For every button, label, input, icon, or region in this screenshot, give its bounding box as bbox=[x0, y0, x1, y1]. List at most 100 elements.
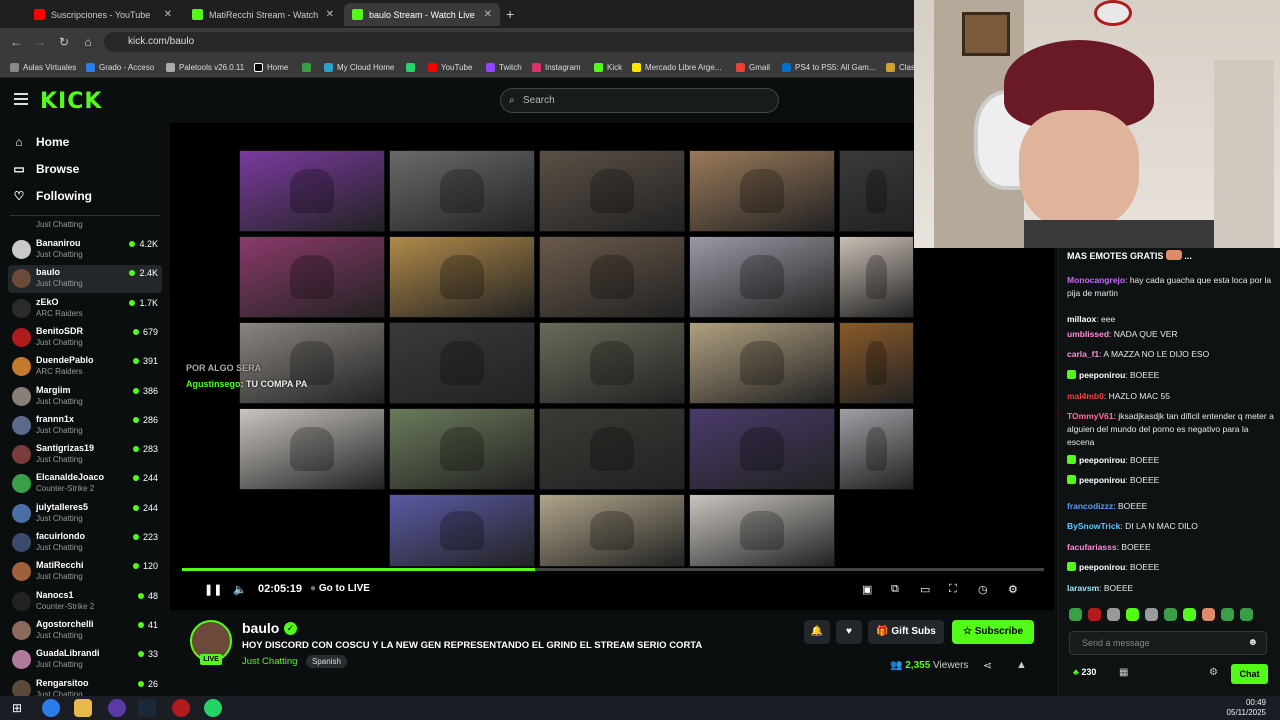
chat-message[interactable]: mal4mb0: HAZLO MAC 55 bbox=[1067, 390, 1275, 403]
chat-message[interactable]: peeponirou: BOEEE bbox=[1067, 454, 1275, 467]
chat-message[interactable]: peeponirou: BOEEE bbox=[1067, 474, 1275, 487]
streamer-name[interactable]: baulo bbox=[242, 620, 279, 636]
language-tag[interactable]: Spanish bbox=[306, 655, 347, 668]
chat-username[interactable]: umblissed bbox=[1067, 329, 1109, 339]
bookmark[interactable]: Mercado Libre Arge... bbox=[632, 60, 721, 74]
theater-icon[interactable]: ▭ bbox=[920, 583, 930, 596]
bookmark[interactable]: PS4 to PS5: All Gam... bbox=[782, 60, 875, 74]
chat-message[interactable]: laravsm: BOEEE bbox=[1067, 582, 1275, 595]
fullscreen-icon[interactable]: ⛶ bbox=[949, 583, 957, 596]
settings-icon[interactable]: ⚙ bbox=[1008, 583, 1018, 596]
clip-icon[interactable]: ⧉ bbox=[891, 583, 899, 596]
nav-home[interactable]: ⌂ Home bbox=[12, 132, 69, 152]
bookmark[interactable]: Grado - Acceso bbox=[86, 60, 154, 74]
sidebar-channel[interactable]: facuirlondo Just Chatting 223 bbox=[8, 529, 162, 557]
go-to-live-button[interactable]: ● Go to LIVE bbox=[310, 583, 370, 594]
emote-icon[interactable] bbox=[1107, 608, 1120, 621]
browser-tab-active[interactable]: baulo Stream - Watch Live ✕ bbox=[344, 3, 500, 26]
emote-icon[interactable] bbox=[1164, 608, 1177, 621]
sidebar-channel[interactable]: MatiRecchi Just Chatting 120 bbox=[8, 558, 162, 586]
sidebar-channel[interactable]: Santigrizas19 Just Chatting 283 bbox=[8, 441, 162, 469]
chat-input[interactable]: Send a message ☻ bbox=[1069, 631, 1267, 655]
system-clock[interactable]: 00:49 05/11/2025 bbox=[1227, 698, 1266, 718]
chat-message[interactable]: umblissed: NADA QUE VER bbox=[1067, 328, 1275, 341]
chat-username[interactable]: francodizzz bbox=[1067, 501, 1113, 511]
chat-message[interactable]: TOmmyV61: jksadjkasdjk tan dificil enten… bbox=[1067, 410, 1275, 449]
chat-message[interactable]: facufariasss: BOEEE bbox=[1067, 541, 1275, 554]
chat-message[interactable]: francodizzz: BOEEE bbox=[1067, 500, 1275, 513]
store-icon[interactable]: ▦ bbox=[1119, 667, 1128, 678]
emote-icon[interactable] bbox=[1069, 608, 1082, 621]
browser-tab[interactable]: MatiRecchi Stream - Watch Live ✕ bbox=[184, 3, 342, 26]
steam-icon[interactable] bbox=[138, 699, 156, 717]
chat-username[interactable]: peeponirou bbox=[1079, 455, 1125, 465]
emote-icon[interactable] bbox=[1183, 608, 1196, 621]
close-icon[interactable]: ✕ bbox=[484, 9, 492, 20]
sidebar-channel[interactable]: Agostorchelli Just Chatting 41 bbox=[8, 617, 162, 645]
file-explorer-icon[interactable] bbox=[74, 699, 92, 717]
chat-username[interactable]: BySnowTrick bbox=[1067, 521, 1120, 531]
chat-username[interactable]: peeponirou bbox=[1079, 562, 1125, 572]
report-icon[interactable]: ▲ bbox=[1016, 659, 1027, 671]
pause-button[interactable]: ❚❚ bbox=[204, 583, 222, 596]
chat-username[interactable]: peeponirou bbox=[1079, 475, 1125, 485]
chat-send-button[interactable]: Chat bbox=[1231, 664, 1268, 684]
notification-bell-button[interactable]: 🔔 bbox=[804, 620, 830, 644]
bookmark[interactable]: Paletools v26.0.11 bbox=[166, 60, 244, 74]
subscribe-button[interactable]: ☆ Subscribe bbox=[952, 620, 1034, 644]
gift-subs-button[interactable]: 🎁 Gift Subs bbox=[868, 620, 944, 644]
nav-browse[interactable]: ▭ Browse bbox=[12, 159, 79, 179]
sidebar-channel[interactable]: Nanocs1 Counter-Strike 2 48 bbox=[8, 588, 162, 616]
sidebar-channel[interactable]: DuendePablo ARC Raiders 391 bbox=[8, 353, 162, 381]
browser-tab[interactable]: Suscripciones - YouTube ✕ bbox=[26, 3, 180, 26]
new-tab-button[interactable]: + bbox=[506, 6, 514, 22]
home-icon[interactable]: ⌂ bbox=[80, 34, 96, 50]
bookmark[interactable] bbox=[302, 60, 311, 74]
bookmark[interactable]: Aulas Virtuales bbox=[10, 60, 76, 74]
bookmark[interactable]: Kick bbox=[594, 60, 622, 74]
search-input[interactable]: ⌕ Search bbox=[500, 88, 779, 113]
emoji-icon[interactable]: ☻ bbox=[1247, 632, 1258, 654]
windows-start-icon[interactable]: ⊞ bbox=[8, 699, 26, 717]
bookmark[interactable]: My Cloud Home bbox=[324, 60, 394, 74]
sidebar-channel[interactable]: BenitoSDR Just Chatting 679 bbox=[8, 324, 162, 352]
chat-message[interactable]: peeponirou: BOEEE bbox=[1067, 369, 1275, 382]
sidebar-channel[interactable]: ElcanaldeJoaco Counter-Strike 2 244 bbox=[8, 470, 162, 498]
share-icon[interactable]: ⋖ bbox=[983, 659, 992, 672]
whatsapp-icon[interactable] bbox=[204, 699, 222, 717]
back-icon[interactable]: ← bbox=[8, 34, 24, 50]
bookmark[interactable]: Home bbox=[254, 60, 288, 74]
close-icon[interactable]: ✕ bbox=[164, 9, 172, 20]
emote-icon[interactable] bbox=[1088, 608, 1101, 621]
chat-username[interactable]: carla_f1 bbox=[1067, 349, 1099, 359]
forward-icon[interactable]: → bbox=[32, 34, 48, 50]
chat-username[interactable]: millaox bbox=[1067, 314, 1096, 324]
follow-heart-button[interactable]: ♥ bbox=[836, 620, 862, 644]
chat-username[interactable]: peeponirou bbox=[1079, 370, 1125, 380]
menu-icon[interactable] bbox=[14, 93, 28, 105]
chat-username[interactable]: mal4mb0 bbox=[1067, 391, 1104, 401]
sidebar-channel[interactable]: zEkO ARC Raiders 1.7K bbox=[8, 295, 162, 323]
kick-logo[interactable]: KICK bbox=[40, 89, 102, 114]
chrome-icon[interactable] bbox=[42, 699, 60, 717]
chat-username[interactable]: laravsm bbox=[1067, 583, 1099, 593]
bookmark[interactable]: Twitch bbox=[486, 60, 522, 74]
emote-icon[interactable] bbox=[1221, 608, 1234, 621]
volume-icon[interactable]: 🔈 bbox=[233, 583, 247, 596]
sidebar-channel[interactable]: Bananirou Just Chatting 4.2K bbox=[8, 236, 162, 264]
chat-username[interactable]: facufariasss bbox=[1067, 542, 1117, 552]
chat-username[interactable]: Monocangrejo bbox=[1067, 275, 1125, 285]
sidebar-channel[interactable]: GuadaLibrandi Just Chatting 33 bbox=[8, 646, 162, 674]
progress-bar[interactable] bbox=[182, 568, 1044, 571]
bookmark[interactable]: Gmail bbox=[736, 60, 770, 74]
emote-icon[interactable] bbox=[1145, 608, 1158, 621]
chat-message[interactable]: millaox: eee bbox=[1067, 313, 1275, 326]
bookmark[interactable] bbox=[406, 60, 415, 74]
chat-message[interactable]: peeponirou: BOEEE bbox=[1067, 561, 1275, 574]
emote-icon[interactable] bbox=[1240, 608, 1253, 621]
chat-settings-icon[interactable]: ⚙ bbox=[1209, 667, 1218, 678]
speed-icon[interactable]: ◷ bbox=[978, 583, 988, 596]
nav-following[interactable]: ♡ Following bbox=[12, 186, 92, 206]
bookmark[interactable]: YouTube bbox=[428, 60, 472, 74]
sidebar-channel[interactable]: julytalleres5 Just Chatting 244 bbox=[8, 500, 162, 528]
